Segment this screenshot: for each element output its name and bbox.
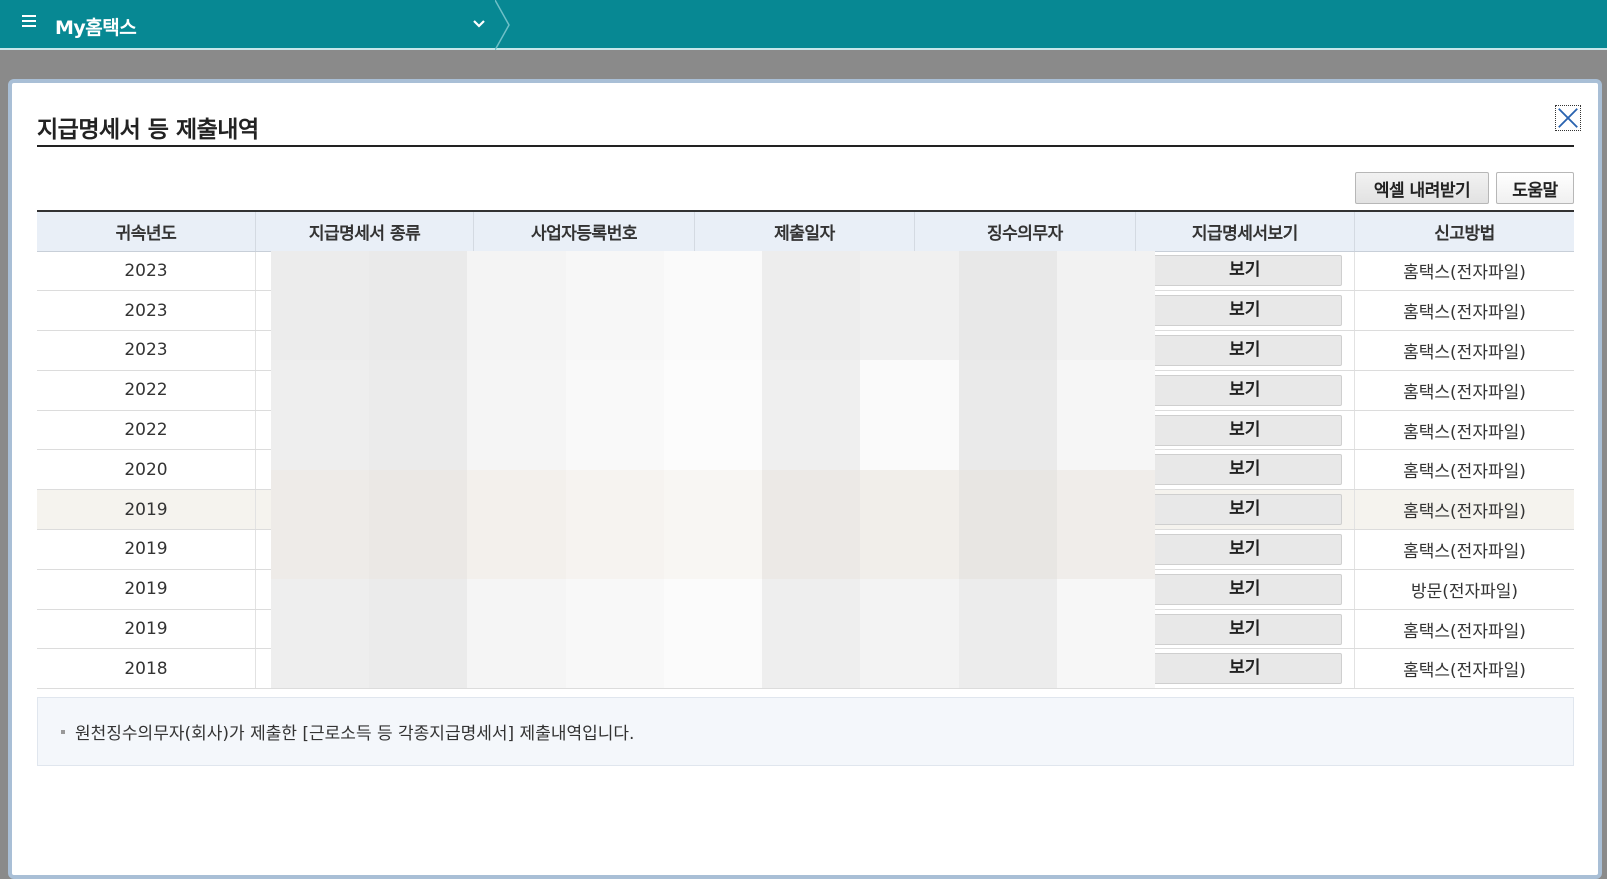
cell-year: 2023 [37,251,256,292]
cell-year: 2019 [37,489,256,531]
cell-view: 보기 [1135,609,1356,650]
excel-download-button[interactable]: 엑셀 내려받기 [1355,172,1489,204]
cell-year: 2019 [37,569,256,610]
cell-method: 홈택스(전자파일) [1354,609,1574,650]
menu-icon[interactable] [22,15,36,31]
column-header-method[interactable]: 신고방법 [1354,210,1574,252]
cell-method: 홈택스(전자파일) [1354,290,1574,332]
submission-history-modal: 지급명세서 등 제출내역 엑셀 내려받기 도움말 귀속년도 지급명세서 종류 사… [8,79,1602,879]
view-statement-button[interactable]: 보기 [1147,255,1342,287]
view-statement-button[interactable]: 보기 [1147,573,1342,605]
view-statement-button[interactable]: 보기 [1147,613,1342,645]
cell-method: 홈택스(전자파일) [1354,648,1574,690]
cell-view: 보기 [1135,410,1356,451]
close-icon[interactable] [1555,105,1581,131]
cell-method: 홈택스(전자파일) [1354,410,1574,451]
cell-year: 2018 [37,648,256,690]
top-navigation-bar: My홈택스 [0,0,1607,50]
cell-method: 홈택스(전자파일) [1354,251,1574,292]
cell-method: 방문(전자파일) [1354,569,1574,610]
cell-view: 보기 [1135,529,1356,570]
cell-view: 보기 [1135,370,1356,411]
view-statement-button[interactable]: 보기 [1147,295,1342,327]
cell-year: 2019 [37,529,256,570]
cell-method: 홈택스(전자파일) [1354,489,1574,531]
redacted-area [271,251,1155,688]
chevron-down-icon[interactable] [470,15,488,33]
cell-year: 2023 [37,330,256,371]
info-note: 원천징수의무자(회사)가 제출한 [근로소득 등 각종지급명세서] 제출내역입니… [37,697,1574,766]
cell-year: 2022 [37,370,256,411]
cell-view: 보기 [1135,330,1356,371]
view-statement-button[interactable]: 보기 [1147,334,1342,366]
column-header-type[interactable]: 지급명세서 종류 [255,210,475,252]
bullet-icon [61,729,65,734]
cell-year: 2022 [37,410,256,451]
view-statement-button[interactable]: 보기 [1147,454,1342,486]
cell-method: 홈택스(전자파일) [1354,529,1574,570]
column-header-year[interactable]: 귀속년도 [37,210,256,252]
view-statement-button[interactable]: 보기 [1147,494,1342,526]
cell-method: 홈택스(전자파일) [1354,330,1574,371]
cell-year: 2023 [37,290,256,332]
cell-year: 2019 [37,609,256,650]
cell-view: 보기 [1135,569,1356,610]
cell-view: 보기 [1135,489,1356,531]
modal-title: 지급명세서 등 제출내역 [37,117,259,143]
title-divider [37,145,1574,147]
app-title[interactable]: My홈택스 [55,13,137,40]
cell-view: 보기 [1135,290,1356,332]
table-header-row: 귀속년도 지급명세서 종류 사업자등록번호 제출일자 징수의무자 지급명세서보기… [37,210,1574,252]
cell-method: 홈택스(전자파일) [1354,370,1574,411]
help-button[interactable]: 도움말 [1496,172,1574,204]
view-statement-button[interactable]: 보기 [1147,653,1342,685]
info-note-text: 원천징수의무자(회사)가 제출한 [근로소득 등 각종지급명세서] 제출내역입니… [75,724,635,744]
view-statement-button[interactable]: 보기 [1147,414,1342,446]
breadcrumb-separator [495,0,510,50]
view-statement-button[interactable]: 보기 [1147,533,1342,565]
column-header-submit-date[interactable]: 제출일자 [694,210,916,252]
view-statement-button[interactable]: 보기 [1147,374,1342,406]
cell-year: 2020 [37,449,256,491]
cell-view: 보기 [1135,251,1356,292]
cell-view: 보기 [1135,449,1356,491]
column-header-withholding-agent[interactable]: 징수의무자 [914,210,1136,252]
cell-view: 보기 [1135,648,1356,690]
cell-method: 홈택스(전자파일) [1354,449,1574,491]
column-header-view: 지급명세서보기 [1135,210,1356,252]
column-header-business-number[interactable]: 사업자등록번호 [473,210,695,252]
